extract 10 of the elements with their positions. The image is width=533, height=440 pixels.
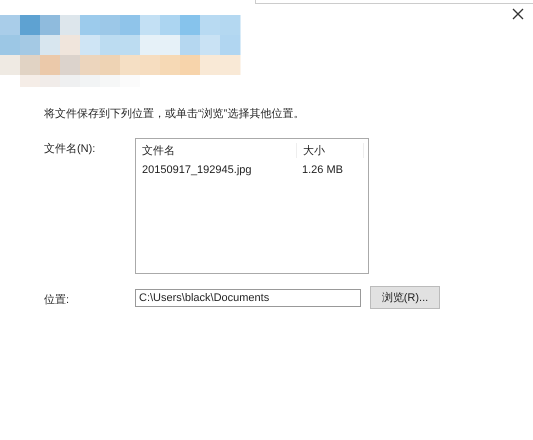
- file-name[interactable]: 20150917_192945.jpg: [136, 164, 296, 176]
- close-icon[interactable]: [512, 8, 524, 20]
- field-label: 文件名(N):: [44, 142, 96, 156]
- browse-button[interactable]: 浏览(R)...: [370, 286, 440, 309]
- field-label: 位置:: [44, 292, 70, 306]
- file-size[interactable]: 1.26 MB: [296, 164, 362, 176]
- column-header[interactable]: 大小: [297, 143, 364, 158]
- instruction-text: 将文件保存到下列位置，或单击“浏览”选择其他位置。: [44, 106, 306, 122]
- location-field[interactable]: C:\Users\black\Documents: [135, 288, 361, 306]
- column-header[interactable]: 文件名: [136, 143, 297, 158]
